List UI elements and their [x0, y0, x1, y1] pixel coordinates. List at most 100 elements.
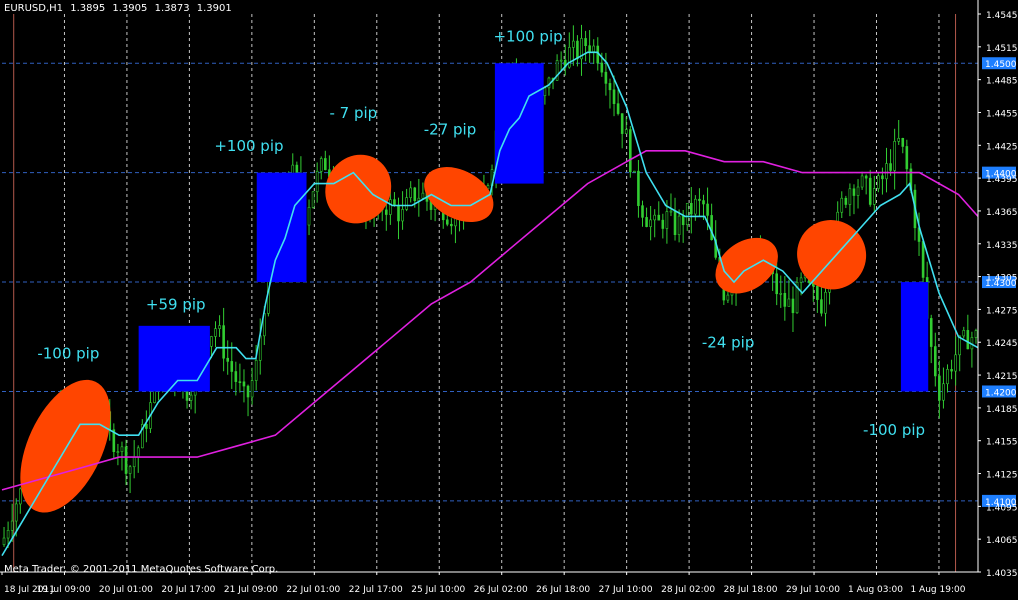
candle-body: [868, 177, 872, 205]
pip-annotation: -24 pip: [702, 334, 754, 352]
trade-box: [900, 282, 929, 392]
pip-annotation: +59 pip: [146, 295, 206, 313]
level-price-label: 1.4500: [985, 60, 1017, 70]
candle-body: [905, 146, 909, 170]
candle-body: [901, 138, 905, 147]
x-tick-label: 29 Jul 10:00: [786, 585, 840, 595]
candle-body: [893, 141, 896, 171]
price-chart[interactable]: 1.45001.44001.43001.42001.4100 -100 pip+…: [0, 0, 1018, 596]
candle-body: [250, 380, 254, 398]
candle-body: [230, 361, 234, 372]
candle-body: [787, 298, 791, 307]
y-tick-label: 1.4065: [986, 536, 1018, 546]
candle-body: [637, 170, 640, 206]
candle-body: [409, 187, 413, 198]
candle-body: [254, 360, 258, 381]
x-tick-label: 26 Jul 18:00: [536, 585, 590, 595]
y-tick-label: 1.4515: [986, 44, 1018, 54]
candle-body: [689, 203, 693, 215]
trade-box: [256, 172, 307, 283]
candle-body: [657, 214, 661, 221]
candle-body: [921, 241, 925, 278]
candle-body: [889, 163, 892, 171]
high-value: 1.3905: [112, 3, 148, 14]
x-tick-label: 20 Jul 01:00: [99, 585, 153, 595]
candle-body: [783, 293, 787, 307]
candle-body: [592, 45, 596, 52]
candle-body: [848, 188, 852, 205]
candle-body: [242, 381, 246, 387]
candle-body: [132, 456, 136, 468]
x-tick-label: 28 Jul 18:00: [724, 585, 778, 595]
candle-body: [641, 205, 644, 218]
candle-body: [856, 186, 860, 196]
low-value: 1.3873: [154, 3, 190, 14]
x-tick-label: 22 Jul 01:00: [286, 585, 340, 595]
candle-body: [604, 71, 608, 84]
candle-body: [315, 171, 319, 193]
candle-body: [633, 170, 636, 173]
candle-body: [600, 62, 604, 73]
candle-body: [775, 273, 779, 295]
candle-body: [694, 198, 697, 215]
candle-body: [698, 198, 701, 201]
candle-body: [628, 129, 632, 173]
chart-window[interactable]: 1.4500 1.4400 1.4300 1.4200 1.4100 -100 pip +…: [0, 0, 1018, 596]
candle-body: [677, 215, 681, 236]
y-tick-label: 1.4395: [986, 175, 1018, 185]
candle-body: [860, 175, 864, 188]
candle-body: [295, 164, 299, 175]
candle-body: [234, 371, 238, 382]
candle-body: [872, 188, 876, 205]
candle-body: [974, 330, 978, 338]
candle-body: [608, 83, 612, 91]
candle-body: [665, 211, 669, 229]
pip-annotation: +100 pip: [493, 27, 562, 45]
candle-body: [389, 199, 392, 215]
y-tick-label: 1.4125: [986, 471, 1018, 481]
candle-body: [616, 103, 620, 114]
candle-body: [881, 175, 884, 180]
x-tick-label: 27 Jul 10:00: [599, 585, 653, 595]
y-tick-label: 1.4305: [986, 274, 1018, 284]
candle-body: [706, 203, 709, 216]
candle-body: [624, 129, 628, 134]
x-tick-label: 20 Jul 17:00: [161, 585, 215, 595]
candle-body: [567, 47, 571, 68]
candle-body: [226, 357, 229, 362]
candle-body: [645, 217, 648, 227]
candle-body: [779, 293, 783, 295]
candle-body: [222, 325, 225, 359]
x-tick-label: 22 Jul 17:00: [349, 585, 403, 595]
symbol-label: EURUSD,H1: [4, 3, 64, 14]
copyright-label: Meta Trader, © 2001-2011 MetaQuotes Soft…: [4, 564, 279, 575]
candle-body: [10, 520, 14, 531]
candle-body: [572, 40, 575, 48]
candle-body: [620, 113, 624, 134]
candle-body: [653, 214, 657, 221]
candle-body: [450, 223, 453, 227]
candle-body: [938, 375, 941, 401]
y-tick-label: 1.4365: [986, 208, 1018, 218]
candle-body: [189, 394, 193, 401]
x-tick-label: 28 Jul 02:00: [661, 585, 715, 595]
candle-body: [14, 503, 18, 522]
y-tick-label: 1.4485: [986, 77, 1018, 87]
candle-body: [116, 451, 120, 453]
candle-body: [124, 446, 128, 474]
candle-body: [669, 210, 673, 213]
candle-body: [6, 529, 10, 539]
candle-body: [929, 318, 933, 347]
candle-body: [445, 219, 449, 225]
candle-body: [966, 330, 970, 350]
pip-annotation: -27 pip: [424, 120, 476, 138]
y-tick-label: 1.4095: [986, 503, 1018, 513]
candle-body: [559, 59, 563, 62]
candle-body: [950, 369, 953, 372]
candle-body: [584, 38, 587, 46]
candle-body: [933, 346, 937, 377]
close-value: 1.3901: [196, 3, 232, 14]
x-tick-label: 25 Jul 10:00: [411, 585, 465, 595]
candle-body: [238, 381, 242, 383]
candle-body: [145, 424, 148, 429]
